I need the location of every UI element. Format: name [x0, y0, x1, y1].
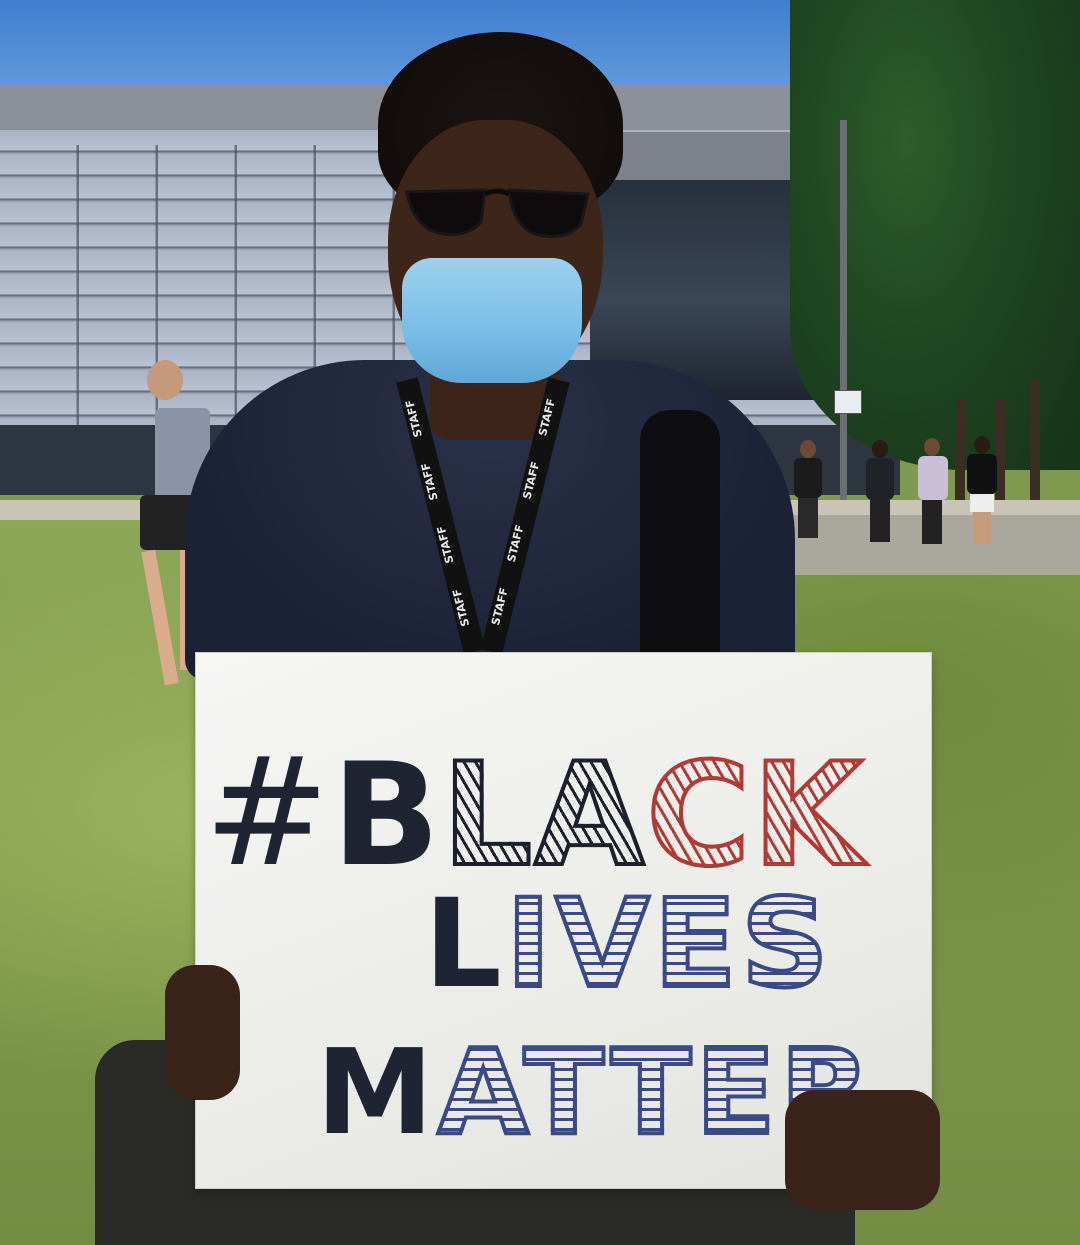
- sign-line-1: #BLACK: [196, 726, 939, 900]
- sunglasses-icon: [405, 188, 590, 238]
- background-person: [962, 436, 1002, 546]
- sign-letters-ck: CK: [644, 733, 865, 898]
- person-left-hand: [165, 965, 240, 1100]
- street-sign: [834, 390, 862, 414]
- background-person: [860, 440, 900, 545]
- tree-trunk: [1030, 380, 1040, 520]
- backpack-strap: [640, 410, 720, 660]
- sign-letter-b: B: [331, 733, 442, 898]
- background-person: [912, 438, 952, 546]
- sign-hash: #: [204, 726, 332, 900]
- lamp-post: [840, 120, 847, 545]
- sign-line-2: LIVES: [196, 873, 1080, 1015]
- sign-letters-la: LA: [440, 733, 647, 898]
- face-mask: [402, 258, 582, 383]
- photo-scene: STAFF STAFF STAFF STAFF STAFF STAFF STAFF STAF…: [0, 0, 1080, 1245]
- sign-letters-ives: IVES: [504, 873, 833, 1015]
- sign-letter-m: M: [316, 1023, 438, 1161]
- sign-letter-l: L: [424, 873, 506, 1015]
- person-right-hand: [785, 1090, 940, 1210]
